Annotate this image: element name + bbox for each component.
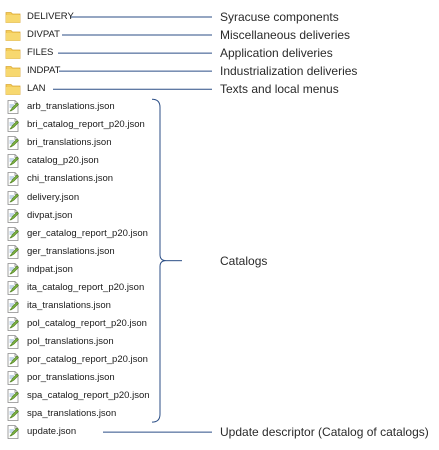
file-name: por_translations.json bbox=[27, 372, 115, 383]
catalog-file-row[interactable]: por_translations.json bbox=[5, 369, 115, 387]
file-name: ger_catalog_report_p20.json bbox=[27, 227, 148, 239]
json-file-icon bbox=[5, 117, 21, 133]
folder-row-divpat[interactable]: DIVPAT bbox=[5, 26, 60, 44]
catalog-file-row[interactable]: bri_catalog_report_p20.json bbox=[5, 116, 145, 134]
catalog-file-row[interactable]: pol_catalog_report_p20.json bbox=[5, 315, 147, 333]
folder-icon bbox=[5, 63, 21, 79]
file-structure-diagram: DELIVERY Syracuse components DIVPAT Miscell… bbox=[0, 0, 439, 450]
file-name: spa_translations.json bbox=[27, 408, 117, 420]
json-file-icon bbox=[5, 388, 21, 404]
update-file-description: Update descriptor (Catalog of catalogs) bbox=[220, 425, 429, 440]
catalogs-label: Catalogs bbox=[220, 253, 268, 268]
folder-name: FILES bbox=[27, 47, 54, 59]
json-file-icon bbox=[5, 298, 21, 314]
json-file-icon bbox=[5, 244, 21, 260]
json-file-icon bbox=[5, 424, 21, 440]
json-file-icon bbox=[5, 316, 21, 332]
file-name: ger_translations.json bbox=[27, 245, 115, 257]
file-name: pol_catalog_report_p20.json bbox=[27, 317, 147, 329]
file-name: delivery.json bbox=[27, 191, 80, 203]
catalogs-bracket bbox=[151, 98, 167, 423]
json-file-icon bbox=[5, 262, 21, 278]
file-name: ita_translations.json bbox=[27, 299, 111, 311]
json-file-icon bbox=[5, 171, 21, 187]
update-file-row[interactable]: update.json bbox=[5, 423, 76, 441]
file-name: spa_catalog_report_p20.json bbox=[27, 390, 150, 402]
json-file-icon bbox=[5, 99, 21, 115]
catalog-file-row[interactable]: ita_translations.json bbox=[5, 297, 111, 315]
file-name: ita_catalog_report_p20.json bbox=[27, 281, 145, 293]
catalog-file-row[interactable]: ita_catalog_report_p20.json bbox=[5, 279, 144, 297]
file-name: por_catalog_report_p20.json bbox=[27, 353, 148, 365]
catalog-file-row[interactable]: delivery.json bbox=[5, 189, 79, 207]
json-file-icon bbox=[5, 226, 21, 242]
file-name: indpat.json bbox=[27, 263, 73, 275]
folder-icon bbox=[5, 27, 21, 43]
json-file-icon bbox=[5, 406, 21, 422]
folder-row-lan[interactable]: LAN bbox=[5, 80, 45, 98]
folder-icon bbox=[5, 9, 21, 25]
catalog-file-row[interactable]: arb_translations.json bbox=[5, 98, 115, 116]
catalog-file-row[interactable]: indpat.json bbox=[5, 261, 73, 279]
folder-name: LAN bbox=[27, 83, 46, 95]
file-name: divpat.json bbox=[27, 209, 73, 221]
json-file-icon bbox=[5, 334, 21, 350]
folder-row-files[interactable]: FILES bbox=[5, 44, 53, 62]
json-file-icon bbox=[5, 135, 21, 151]
catalog-file-row[interactable]: pol_translations.json bbox=[5, 333, 114, 351]
folder-icon bbox=[5, 81, 21, 97]
file-name: arb_translations.json bbox=[27, 101, 115, 113]
folder-description-lan: Texts and local menus bbox=[220, 82, 339, 97]
json-file-icon bbox=[5, 208, 21, 224]
folder-name: DELIVERY bbox=[27, 11, 74, 22]
file-name: catalog_p20.json bbox=[27, 155, 99, 167]
folder-name: DIVPAT bbox=[27, 29, 60, 41]
folder-description-files: Application deliveries bbox=[220, 46, 333, 61]
json-file-icon bbox=[5, 190, 21, 206]
folder-icon bbox=[5, 45, 21, 61]
catalog-file-row[interactable]: catalog_p20.json bbox=[5, 152, 99, 170]
catalog-file-row[interactable]: ger_translations.json bbox=[5, 243, 115, 261]
catalog-file-row[interactable]: divpat.json bbox=[5, 207, 72, 225]
folder-row-indpat[interactable]: INDPAT bbox=[5, 62, 60, 80]
file-name: update.json bbox=[27, 426, 77, 438]
catalog-file-row[interactable]: por_catalog_report_p20.json bbox=[5, 351, 148, 369]
json-file-icon bbox=[5, 352, 21, 368]
file-name: chi_translations.json bbox=[27, 173, 114, 185]
catalog-file-row[interactable]: spa_translations.json bbox=[5, 405, 116, 423]
catalog-file-row[interactable]: spa_catalog_report_p20.json bbox=[5, 387, 150, 405]
file-name: bri_catalog_report_p20.json bbox=[27, 119, 145, 131]
json-file-icon bbox=[5, 153, 21, 169]
folder-description-divpat: Miscellaneous deliveries bbox=[220, 28, 351, 43]
json-file-icon bbox=[5, 280, 21, 296]
file-name: bri_translations.json bbox=[27, 137, 112, 149]
folder-row-delivery[interactable]: DELIVERY bbox=[5, 8, 74, 26]
folder-description-indpat: Industrialization deliveries bbox=[220, 64, 358, 79]
catalog-file-row[interactable]: chi_translations.json bbox=[5, 170, 113, 188]
folder-description-delivery: Syracuse components bbox=[220, 10, 339, 24]
catalog-file-row[interactable]: bri_translations.json bbox=[5, 134, 112, 152]
json-file-icon bbox=[5, 370, 21, 386]
file-name: pol_translations.json bbox=[27, 335, 114, 347]
catalog-file-row[interactable]: ger_catalog_report_p20.json bbox=[5, 225, 148, 243]
folder-name: INDPAT bbox=[27, 65, 61, 77]
